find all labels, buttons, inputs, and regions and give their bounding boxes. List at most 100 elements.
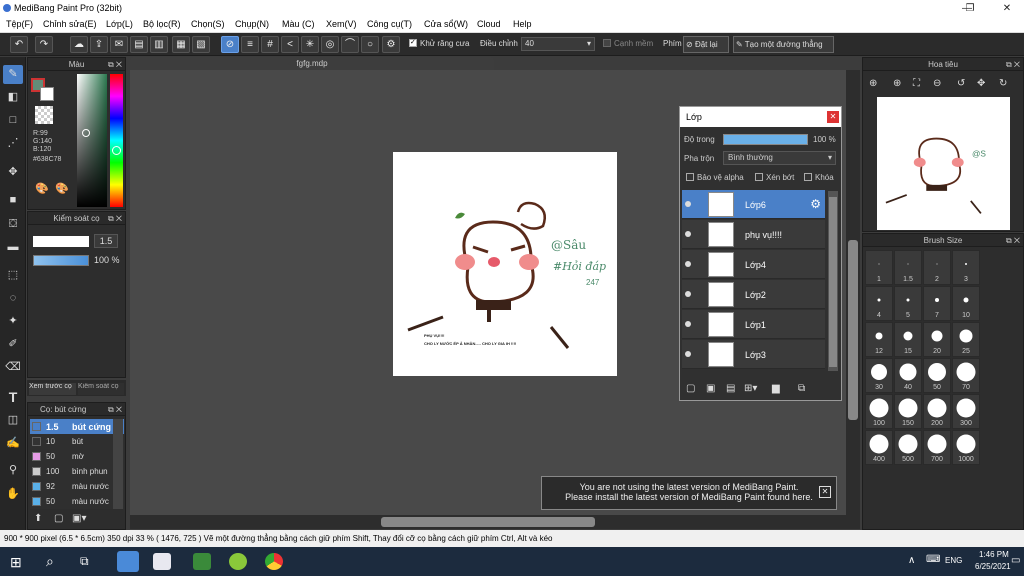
medibang-taskbar-icon[interactable] [117,551,139,572]
snap-circle-icon[interactable]: ◎ [321,36,339,53]
game-taskbar-icon[interactable] [193,553,211,570]
brush-tool-icon[interactable]: ✎ [3,65,23,84]
messenger-taskbar-icon[interactable] [153,553,171,570]
undo-icon[interactable]: ↶ [10,36,28,53]
menu-edit[interactable]: Chỉnh sửa(E) [43,19,97,29]
menu-tools[interactable]: Công cụ(T) [367,19,412,29]
menu-filter[interactable]: Bộ lọc(R) [143,19,181,29]
cloud-icon[interactable]: ☁ [70,36,88,53]
snap-settings-icon[interactable]: ⚙ [382,36,400,53]
new-brush-icon[interactable]: ▢ [54,513,63,524]
brush-size-cell[interactable]: 50 [923,358,951,393]
brush-size-cell[interactable]: 2 [923,250,951,285]
gradient-tool-icon[interactable]: ▬ [3,238,23,257]
panel-icon[interactable]: ▤ [130,36,148,53]
snap-vanish-icon[interactable]: < [281,36,299,53]
snap-ellipse-icon[interactable]: ○ [361,36,379,53]
brush-list-item[interactable]: 50 màu nước [30,494,124,509]
new-8bit-layer-icon[interactable]: ▤ [726,383,735,394]
zoom-in-alt-icon[interactable]: ⊕ [893,78,901,89]
brush-size-cell[interactable]: 400 [865,430,893,465]
brush-size-cell[interactable]: 70 [952,358,980,393]
clock-time[interactable]: 1:46 PM [979,550,1009,559]
new-halftone-layer-icon[interactable]: ▣ [706,383,715,394]
blur-tool-icon[interactable]: ✍ [3,434,23,453]
brush-list-item[interactable]: 10 bút [30,434,124,449]
brush-size-cell[interactable]: 1000 [952,430,980,465]
visibility-eye-icon[interactable] [685,231,691,237]
transparent-swatch[interactable] [35,106,53,124]
lock-checkbox[interactable]: Khóa [804,173,834,185]
menu-layer[interactable]: Lớp(L) [106,19,133,29]
layer-scroll-thumb[interactable] [829,197,837,367]
zoom-out-icon[interactable]: ⊖ [933,78,941,89]
secondary-color-swatch[interactable] [40,87,54,101]
visibility-eye-icon[interactable] [685,201,691,207]
menu-view[interactable]: Xem(V) [326,19,357,29]
new-layer-icon[interactable]: ▢ [686,383,695,394]
palette-icon[interactable]: 🎨 [35,182,49,195]
page-icon[interactable]: ▥ [150,36,168,53]
panel-close-icon[interactable]: ⧉ ✕ [108,403,122,416]
duplicate-layer-icon[interactable]: ⧉ [798,383,805,394]
snap-parallel-icon[interactable]: ≡ [241,36,259,53]
layer-row[interactable]: phụ vụ!!!! [682,220,825,249]
close-icon[interactable]: ✕ [827,111,839,123]
redo-icon[interactable]: ↷ [35,36,53,53]
share-icon[interactable]: ⇪ [90,36,108,53]
close-button[interactable]: ✕ [992,0,1022,17]
horizontal-scrollbar[interactable] [130,515,860,529]
layer-row[interactable]: Lớp3 [682,340,825,369]
saturation-value-picker[interactable] [77,74,107,207]
gear-icon[interactable]: ⚙ [810,197,821,211]
zoom-in-icon[interactable]: ⊕ [869,78,877,89]
navigator-preview[interactable]: @S [877,97,1010,230]
brush-size-cell[interactable]: 25 [952,322,980,357]
snap-radial-icon[interactable]: ✳ [301,36,319,53]
windows-start-icon[interactable]: ⊞ [10,554,22,571]
comment-icon[interactable]: ✉ [110,36,128,53]
brush-size-cell[interactable]: 100 [865,394,893,429]
brush-size-cell[interactable]: 30 [865,358,893,393]
lasso-tool-icon[interactable]: ◌ [3,289,23,308]
bucket-tool-icon[interactable]: ⛋ [3,215,23,234]
brush-size-cell[interactable]: 15 [894,322,922,357]
brush-size-cell[interactable]: 200 [923,394,951,429]
maximize-button[interactable]: ❐ [955,0,985,17]
brush-list-item[interactable]: 100 bình phun [30,464,124,479]
menu-select[interactable]: Chọn(S) [191,19,225,29]
tab-brush-preview[interactable]: Xem trước cọ [29,383,76,395]
visibility-eye-icon[interactable] [685,261,691,267]
layer-scrollbar[interactable] [828,191,838,371]
folder-icon[interactable]: ▆ [772,383,780,394]
fit-icon[interactable]: ⛶ [913,78,920,89]
brush-size-cell[interactable]: 1.5 [894,250,922,285]
blend-mode-select[interactable]: Bình thường ▾ [723,151,836,165]
vertical-scrollbar[interactable] [846,70,860,515]
text-tool-icon[interactable]: T [3,388,23,407]
brush-size-cell[interactable]: 1 [865,250,893,285]
menu-color[interactable]: Màu (C) [282,19,315,29]
eyedropper-icon[interactable]: ⚲ [3,461,23,480]
clip-checkbox[interactable]: Xén bớt [755,173,794,185]
update-notification[interactable]: You are not using the latest version of … [541,476,837,510]
reset-button[interactable]: ⊘ Đặt lại [683,36,729,53]
layer-row[interactable]: Lớp6 ⚙ [682,190,825,219]
brush-opacity-bar[interactable] [33,255,89,266]
brush-list-scrollbar[interactable] [113,419,123,509]
panel-close-icon[interactable]: ⧉ ✕ [1006,58,1020,71]
layer-row[interactable]: Lớp4 [682,250,825,279]
close-icon[interactable]: ✕ [819,486,831,498]
move-tool-icon[interactable]: ✥ [3,163,23,182]
panel-close-icon[interactable]: ⧉ ✕ [1006,234,1020,247]
brush-size-cell[interactable]: 700 [923,430,951,465]
chrome-taskbar-icon[interactable] [265,553,283,570]
palette-add-icon[interactable]: 🎨 [55,182,69,195]
language-indicator[interactable]: ENG [945,556,962,565]
brush-size-cell[interactable]: 12 [865,322,893,357]
task-view-icon[interactable]: ⧉ [80,554,89,569]
brush-size-value[interactable]: 1.5 [94,234,118,248]
smooth-checkbox[interactable]: Cạnh mềm [603,39,653,48]
add-layer-menu-icon[interactable]: ⊞▾ [744,383,757,394]
visibility-eye-icon[interactable] [685,291,691,297]
